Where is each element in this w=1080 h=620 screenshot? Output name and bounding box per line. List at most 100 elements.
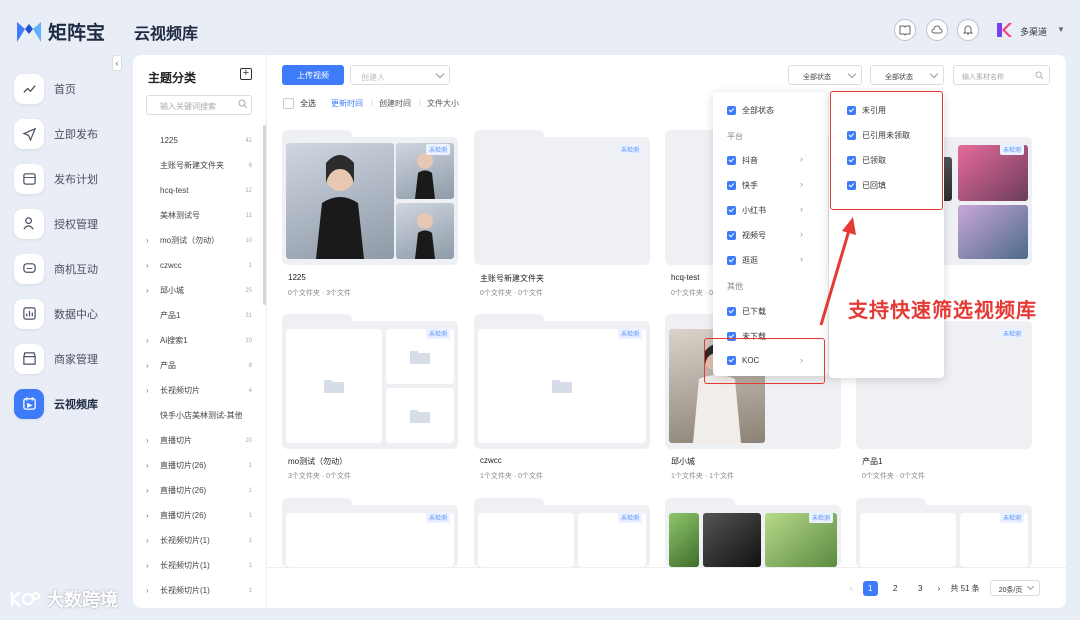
folder-card[interactable]: 未检测 (856, 498, 1032, 567)
chevron-right-icon[interactable]: › (146, 536, 160, 545)
chevron-right-icon[interactable]: › (146, 511, 160, 520)
checkbox[interactable] (727, 206, 736, 215)
category-item[interactable]: 1225 42 (146, 128, 252, 153)
card-title[interactable]: mo测试（勿动） (288, 456, 347, 467)
chevron-right-icon[interactable]: › (800, 179, 803, 189)
folder-card[interactable]: 未检测 (474, 314, 650, 449)
checkbox[interactable] (727, 156, 736, 165)
category-item[interactable]: › 产品 8 (146, 353, 252, 378)
search-icon[interactable] (238, 99, 248, 109)
category-item[interactable]: › 邱小城 25 (146, 278, 252, 303)
category-item[interactable]: 产品1 31 (146, 303, 252, 328)
filter-option-platform[interactable]: 快手 (727, 180, 758, 191)
checkbox[interactable] (727, 256, 736, 265)
status-filter-2[interactable]: 全部状态 (870, 65, 944, 85)
page-size-select[interactable]: 20条/页 (989, 580, 1040, 596)
sidebar-item-3[interactable]: 授权管理 (0, 201, 118, 246)
user-name[interactable]: 多渠道 (1020, 25, 1047, 38)
sort-file-size[interactable]: 文件大小 (427, 98, 459, 109)
card-title[interactable]: 1225 (288, 273, 306, 282)
next-page-icon[interactable]: › (938, 584, 941, 593)
folder-card[interactable]: 未检测 (665, 498, 841, 567)
chevron-right-icon[interactable]: › (146, 386, 160, 395)
chevron-right-icon[interactable]: › (146, 436, 160, 445)
folder-card[interactable]: 未检测 (282, 314, 458, 449)
card-title[interactable]: 主账号新建文件夹 (480, 273, 544, 284)
sidebar-item-7[interactable]: 云视频库 (0, 381, 118, 426)
category-item[interactable]: › 直播切片(26) 1 (146, 453, 252, 478)
filter-option-platform[interactable]: 逛逛 (727, 255, 758, 266)
card-title[interactable]: hcq-test (671, 273, 699, 282)
chevron-right-icon[interactable]: › (146, 236, 160, 245)
filter-option-platform[interactable]: 视频号 (727, 230, 766, 241)
check-all-label[interactable]: 全选 (300, 98, 316, 109)
sort-create-time[interactable]: 创建时间 (379, 98, 411, 109)
page-number[interactable]: 1 (862, 580, 878, 596)
search-icon[interactable] (1035, 71, 1044, 80)
checkbox[interactable] (727, 307, 736, 316)
bell-icon[interactable] (957, 19, 979, 41)
material-search-input[interactable]: 输入素材名称 (953, 65, 1050, 85)
app-logo[interactable]: 矩阵宝 (16, 18, 105, 45)
filter-option-other[interactable]: 已下载 (727, 306, 766, 317)
chevron-right-icon[interactable]: › (146, 261, 160, 270)
page-number[interactable]: 2 (888, 581, 903, 596)
chevron-right-icon[interactable]: › (146, 461, 160, 470)
category-item[interactable]: 美林测试号 11 (146, 203, 252, 228)
folder-card[interactable]: 未检测 (282, 498, 458, 567)
sidebar-item-4[interactable]: 商机互动 (0, 246, 118, 291)
category-item[interactable]: hcq-test 12 (146, 178, 252, 203)
sort-update-time[interactable]: 更新时间 (331, 98, 363, 109)
checkbox[interactable] (727, 106, 736, 115)
sidebar-item-1[interactable]: 立即发布 (0, 111, 118, 156)
category-item[interactable]: › 直播切片(26) 1 (146, 478, 252, 503)
chevron-right-icon[interactable]: › (146, 286, 160, 295)
card-title[interactable]: 产品1 (862, 456, 882, 467)
category-item[interactable]: › czwcc 1 (146, 253, 252, 278)
category-item[interactable]: 快手小店美林测试-其他 (146, 403, 252, 428)
chevron-right-icon[interactable]: › (146, 336, 160, 345)
status-filter-1[interactable]: 全部状态 (788, 65, 862, 85)
folder-card[interactable]: 未检测 (474, 130, 650, 265)
category-item[interactable]: › 直播切片 20 (146, 428, 252, 453)
sidebar-item-0[interactable]: 首页 (0, 66, 118, 111)
check-all-checkbox[interactable] (283, 98, 294, 109)
card-title[interactable]: czwcc (480, 456, 502, 465)
chevron-right-icon[interactable]: › (146, 586, 160, 595)
category-item[interactable]: › 长视频切片(1) 1 (146, 578, 252, 603)
card-title[interactable]: 邱小城 (671, 456, 695, 467)
category-item[interactable]: › mo测试（勿动） 10 (146, 228, 252, 253)
chevron-right-icon[interactable]: › (146, 561, 160, 570)
folder-card[interactable]: 未检测 (282, 130, 458, 265)
creator-select[interactable]: 创建人 (350, 65, 450, 85)
category-item[interactable]: › 直播切片(26) 1 (146, 503, 252, 528)
category-item[interactable]: › 长视频切片 4 (146, 378, 252, 403)
chevron-right-icon[interactable]: › (146, 486, 160, 495)
chevron-right-icon[interactable]: › (800, 204, 803, 214)
prev-page-icon[interactable]: ‹ (850, 584, 853, 593)
checkbox[interactable] (727, 181, 736, 190)
category-scrollbar[interactable] (263, 125, 266, 305)
checkbox[interactable] (727, 231, 736, 240)
chevron-right-icon[interactable]: › (800, 254, 803, 264)
chevron-right-icon[interactable]: › (800, 229, 803, 239)
filter-option-all-status[interactable]: 全部状态 (727, 105, 774, 116)
category-item[interactable]: › 长视频切片(1) 1 (146, 553, 252, 578)
sidebar-item-5[interactable]: 数据中心 (0, 291, 118, 336)
book-icon[interactable] (894, 19, 916, 41)
filter-option-platform[interactable]: 小红书 (727, 205, 766, 216)
sidebar-item-2[interactable]: 发布计划 (0, 156, 118, 201)
add-category-icon[interactable]: + (240, 68, 252, 80)
folder-card[interactable]: 未检测 (474, 498, 650, 567)
upload-video-button[interactable]: 上传视频 (282, 65, 344, 85)
user-avatar[interactable] (995, 21, 1013, 39)
category-item[interactable]: › 长视频切片(1) 1 (146, 528, 252, 553)
chevron-right-icon[interactable]: › (800, 154, 803, 164)
sidebar-item-6[interactable]: 商家管理 (0, 336, 118, 381)
category-item[interactable]: 主账号新建文件夹 6 (146, 153, 252, 178)
category-item[interactable]: › Ai搜索1 10 (146, 328, 252, 353)
filter-option-platform[interactable]: 抖音 (727, 155, 758, 166)
cloud-icon[interactable] (926, 19, 948, 41)
chevron-down-icon[interactable]: ▼ (1057, 25, 1065, 34)
category-search-input[interactable]: 输入关键词搜索 (146, 95, 252, 115)
